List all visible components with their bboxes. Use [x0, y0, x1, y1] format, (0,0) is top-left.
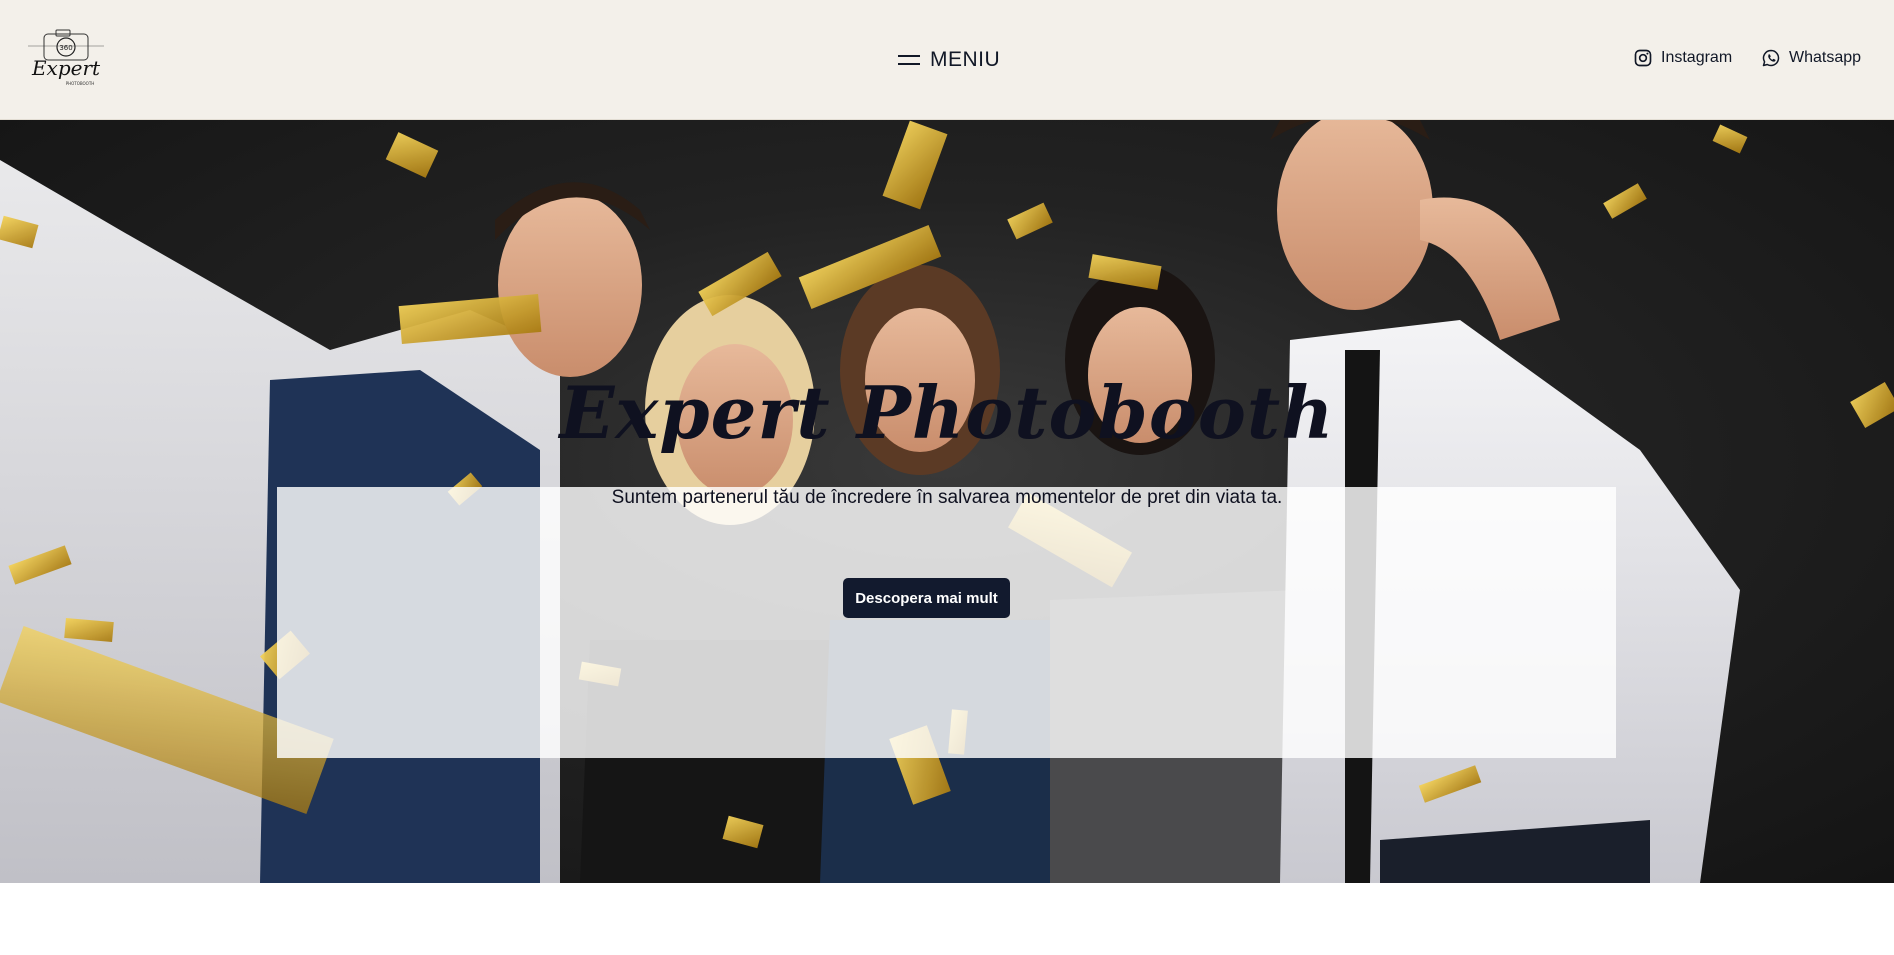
- instagram-link[interactable]: Instagram: [1633, 48, 1732, 68]
- logo-icon: 360 Expert PHOTOBOOTH: [28, 29, 104, 86]
- instagram-icon: [1634, 49, 1652, 67]
- svg-text:Expert: Expert: [31, 56, 101, 80]
- hero-overlay: [277, 487, 1616, 758]
- menu-label: MENIU: [930, 48, 1001, 71]
- hero-subtitle: Suntem partenerul tău de încredere în sa…: [611, 487, 1283, 508]
- logo[interactable]: 360 Expert PHOTOBOOTH: [26, 28, 106, 92]
- svg-text:PHOTOBOOTH: PHOTOBOOTH: [66, 81, 95, 86]
- discover-more-button[interactable]: Descopera mai mult: [843, 578, 1010, 618]
- hero-title: Expert Photobooth: [559, 370, 1335, 455]
- content-area: [0, 883, 1894, 955]
- hamburger-icon: [898, 55, 920, 65]
- site-header: 360 Expert PHOTOBOOTH MENIU Instagram Wh…: [0, 0, 1894, 120]
- whatsapp-icon: [1762, 49, 1780, 67]
- menu-button[interactable]: MENIU: [898, 46, 1000, 74]
- whatsapp-link[interactable]: Whatsapp: [1761, 48, 1861, 68]
- whatsapp-label: Whatsapp: [1789, 49, 1862, 66]
- svg-text:360: 360: [59, 44, 72, 52]
- instagram-label: Instagram: [1661, 49, 1733, 66]
